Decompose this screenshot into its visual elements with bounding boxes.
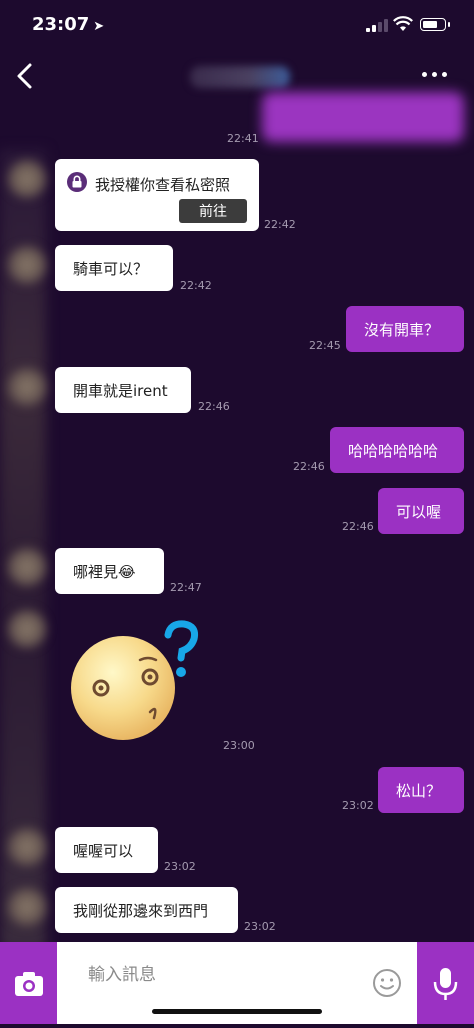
outgoing-message[interactable]: 沒有開車？ bbox=[346, 306, 464, 352]
message-time: 23:00 bbox=[223, 739, 255, 752]
battery-icon bbox=[420, 18, 450, 31]
back-arrow-icon[interactable] bbox=[10, 60, 40, 92]
message-time: 23:02 bbox=[342, 799, 374, 812]
message-time: 22:42 bbox=[264, 218, 296, 231]
voice-button[interactable] bbox=[417, 942, 474, 1024]
message-time: 22:47 bbox=[170, 581, 202, 594]
confused-face-sticker[interactable] bbox=[70, 620, 205, 750]
status-time: 23:07 ➤ bbox=[32, 14, 105, 35]
home-indicator[interactable] bbox=[152, 1009, 322, 1014]
message-time: 22:46 bbox=[198, 400, 230, 413]
avatar[interactable] bbox=[8, 160, 46, 198]
private-photo-card[interactable]: 我授權你查看私密照 前往 bbox=[55, 159, 259, 231]
avatar[interactable] bbox=[8, 888, 46, 926]
cellular-signal-icon bbox=[366, 18, 388, 32]
wifi-icon bbox=[393, 16, 413, 31]
avatar[interactable] bbox=[8, 548, 46, 586]
more-options-icon[interactable] bbox=[422, 72, 452, 80]
avatar[interactable] bbox=[8, 246, 46, 284]
avatar[interactable] bbox=[8, 828, 46, 866]
avatar[interactable] bbox=[8, 610, 46, 648]
outgoing-message[interactable]: 可以喔 bbox=[378, 488, 464, 534]
message-time: 22:46 bbox=[293, 460, 325, 473]
emoji-icon[interactable] bbox=[372, 968, 402, 998]
status-bar: 23:07 ➤ bbox=[0, 0, 474, 50]
microphone-icon bbox=[433, 968, 458, 1000]
message-time: 22:41 bbox=[227, 132, 259, 145]
incoming-message[interactable]: 開車就是irent bbox=[55, 367, 191, 413]
outgoing-message-blurred[interactable] bbox=[262, 92, 464, 142]
message-time: 22:45 bbox=[309, 339, 341, 352]
incoming-message[interactable]: 哪裡見😂 bbox=[55, 548, 164, 594]
message-input[interactable]: 輸入訊息 bbox=[88, 960, 156, 985]
incoming-message[interactable]: 我剛從那邊來到西門 bbox=[55, 887, 238, 933]
contact-name-blurred[interactable] bbox=[190, 66, 290, 88]
outgoing-message[interactable]: 松山？ bbox=[378, 767, 464, 813]
outgoing-message[interactable]: 哈哈哈哈哈哈 bbox=[330, 427, 464, 473]
lock-icon bbox=[67, 172, 87, 192]
location-arrow-icon: ➤ bbox=[93, 19, 105, 34]
message-time: 23:02 bbox=[244, 920, 276, 933]
goto-button[interactable]: 前往 bbox=[179, 199, 247, 223]
message-time: 22:42 bbox=[180, 279, 212, 292]
message-time: 23:02 bbox=[164, 860, 196, 873]
camera-button[interactable] bbox=[0, 942, 57, 1024]
message-time: 22:46 bbox=[342, 520, 374, 533]
incoming-message[interactable]: 喔喔可以 bbox=[55, 827, 158, 873]
camera-icon bbox=[15, 972, 43, 996]
private-card-text: 我授權你查看私密照 bbox=[95, 176, 231, 194]
incoming-message[interactable]: 騎車可以？ bbox=[55, 245, 173, 291]
avatar[interactable] bbox=[8, 368, 46, 406]
